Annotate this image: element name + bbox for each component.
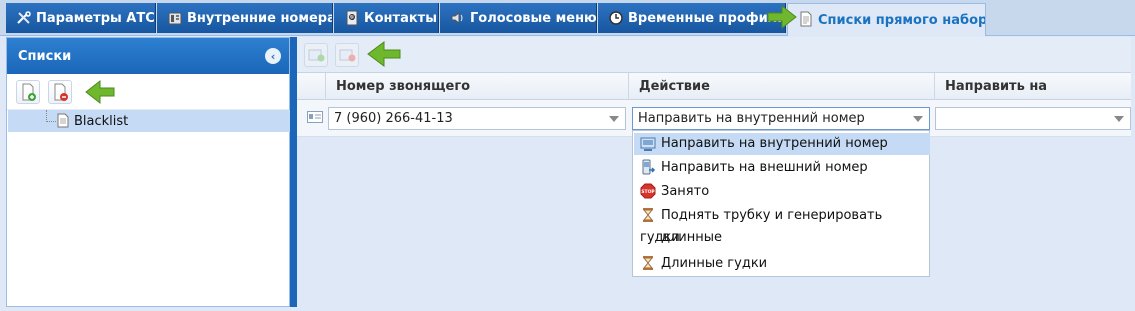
column-label: Номер звонящего [336,79,471,94]
tab-label: Внутренние номера [187,10,333,26]
column-redirect-to[interactable]: Направить на [934,73,1131,100]
add-list-button[interactable] [16,80,40,104]
speaker-icon [451,12,463,24]
tab-pbx-settings[interactable]: Параметры АТС [6,3,156,33]
document-icon [800,11,812,27]
tools-icon [17,11,31,24]
caller-number-combo[interactable]: 7 (960) 266-41-13 [328,107,626,130]
lists-toolbar [7,74,289,110]
phone-icon [168,12,182,25]
tab-direct-dial-lists[interactable]: Списки прямого набора [787,3,986,36]
chevron-left-icon: ‹ [270,49,276,63]
collapse-panel-button[interactable]: ‹ [265,48,281,64]
add-row-button[interactable] [304,43,328,67]
tab-label: Голосовые меню [470,10,597,26]
grid-toolbar [297,37,1131,73]
green-arrow-left-icon [85,79,115,105]
svg-text:@: @ [350,15,355,21]
column-label: Направить на [945,79,1048,94]
remove-row-button[interactable] [335,43,359,67]
option-label: Длинные гудки [661,256,768,271]
redirect-target-combo[interactable] [935,107,1131,130]
chevron-down-icon[interactable] [609,116,619,122]
document-remove-icon [54,83,68,101]
option-busy[interactable]: STOP Занято [634,181,930,203]
chevron-down-icon[interactable] [913,116,923,122]
panel-title: Списки [18,48,72,64]
grid-header: Номер звонящего Действие Направить на [297,73,1131,100]
tab-label: Временные профили [628,10,786,26]
option-answer-long-beeps[interactable]: Поднять трубку и генерировать длинные гу… [634,205,930,251]
green-arrow-left-icon [367,41,401,67]
row-edit-icon [307,111,323,123]
tree-item-blacklist[interactable]: Blacklist [8,110,290,132]
internal-number-icon [640,137,656,151]
action-combo[interactable]: Направить на внутренний номер [632,107,930,130]
panel-splitter[interactable] [290,37,297,307]
tab-label: Контакты [364,10,437,26]
tree-item-label: Blacklist [74,114,129,129]
tree-connector [46,121,56,122]
lists-panel-header: Списки ‹ [7,38,289,74]
tab-label: Параметры АТС [36,10,155,26]
tab-label: Списки прямого набора [818,12,986,28]
caller-number-value: 7 (960) 266-41-13 [334,111,453,126]
tab-internal-numbers[interactable]: Внутренние номера [157,3,333,33]
option-label-cont: гудки [640,230,680,245]
column-caller-number[interactable]: Номер звонящего [325,73,628,100]
action-dropdown-list: Направить на внутренний номер Направить … [632,130,930,277]
column-label: Действие [639,79,710,94]
green-arrow-right-icon [767,4,797,30]
option-internal-number[interactable]: Направить на внутренний номер [634,133,930,155]
row-remove-icon [339,49,356,62]
stop-icon-text: STOP [641,189,655,195]
remove-list-button[interactable] [48,80,72,104]
action-value: Направить на внутренний номер [638,111,865,126]
option-long-beeps[interactable]: Длинные гудки [634,253,930,275]
document-icon [57,113,69,128]
chevron-down-icon[interactable] [1114,116,1124,122]
document-add-icon [22,83,36,101]
row-add-icon [308,49,325,62]
hourglass-icon [642,208,654,222]
clock-icon [609,11,623,25]
tab-time-profiles[interactable]: Временные профили [598,3,786,33]
option-label: Поднять трубку и генерировать длинные [661,208,883,245]
external-number-icon [642,159,656,175]
stop-icon: STOP [640,183,656,199]
tab-voice-menus[interactable]: Голосовые меню [440,3,597,33]
option-label: Занято [661,184,710,199]
option-external-number[interactable]: Направить на внешний номер [634,157,930,179]
lists-panel: Списки ‹ Blacklist [6,37,290,307]
column-action[interactable]: Действие [628,73,934,100]
hourglass-icon [642,256,654,270]
tab-contacts[interactable]: @ Контакты [334,3,439,33]
option-label: Направить на внешний номер [661,160,868,175]
tab-bar: Параметры АТС Внутренние номера @ Контак… [0,0,1135,36]
option-label: Направить на внутренний номер [661,136,888,151]
contacts-icon: @ [346,10,358,26]
